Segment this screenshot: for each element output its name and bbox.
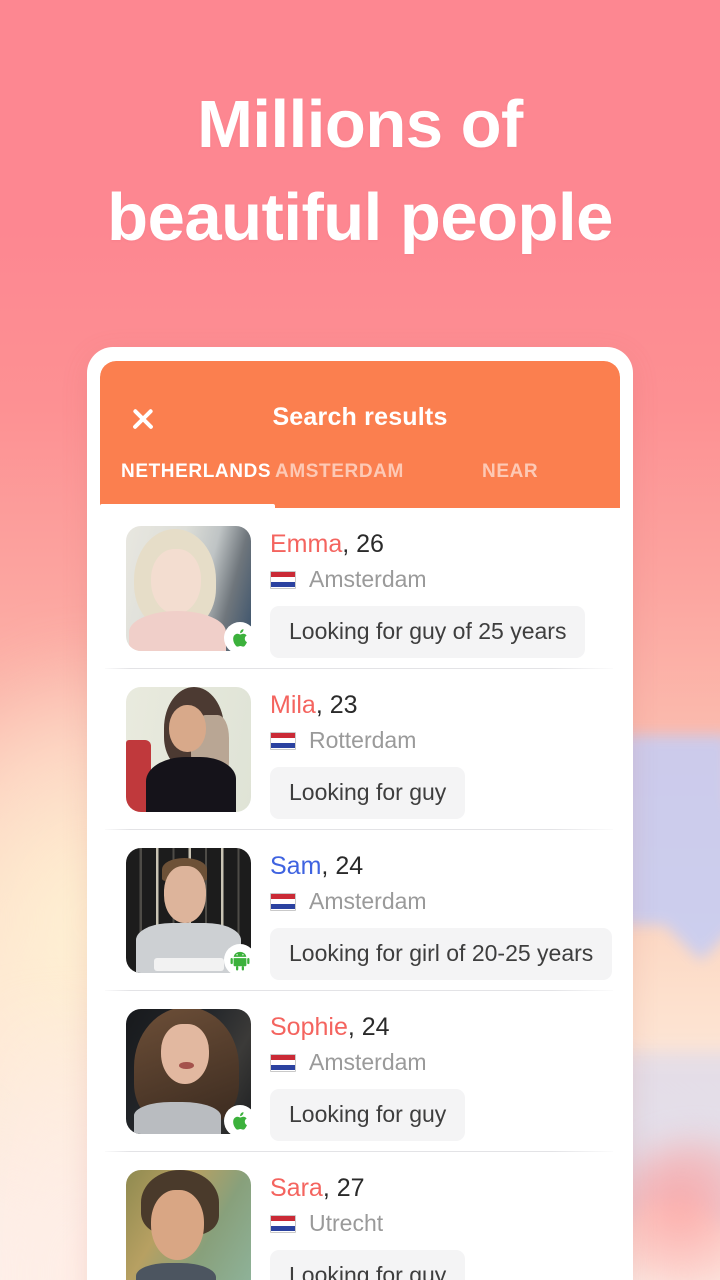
avatar-photo	[126, 1170, 251, 1280]
profile-location: Amsterdam	[270, 566, 620, 592]
profile-info: Emma, 26 Amsterdam Looking for guy of 25…	[251, 526, 620, 669]
profile-name: Sophie	[270, 1013, 348, 1041]
profile-info: Mila, 23 Rotterdam Looking for guy	[251, 687, 620, 830]
avatar[interactable]	[126, 687, 251, 812]
headline-line-2: beautiful people	[107, 180, 613, 255]
promo-screenshot: Millions of beautiful people Search resu…	[0, 0, 720, 1280]
profile-info: Sophie, 24 Amsterdam Looking for guy	[251, 1009, 620, 1152]
profile-info: Sam, 24 Amsterdam Looking for girl of 20…	[251, 848, 620, 991]
tab-near[interactable]: NEAR	[440, 454, 620, 508]
profile-location: Utrecht	[270, 1210, 620, 1236]
profile-city: Amsterdam	[309, 888, 427, 914]
list-item[interactable]: Sara, 27 Utrecht Looking for guy	[100, 1152, 620, 1280]
netherlands-flag-icon	[270, 570, 296, 589]
header-title: Search results	[272, 403, 448, 431]
profile-name: Emma	[270, 530, 343, 558]
profile-city: Amsterdam	[309, 566, 427, 592]
avatar[interactable]	[126, 1170, 251, 1280]
tab-netherlands[interactable]: NETHERLANDS	[100, 454, 275, 508]
avatar[interactable]	[126, 526, 256, 654]
phone-mockup-frame: Search results NETHERLANDS AMSTERDAM NEA…	[87, 347, 633, 1280]
profile-city: Rotterdam	[309, 727, 417, 753]
apple-icon	[223, 1104, 257, 1138]
status-badge: Looking for guy	[270, 1250, 466, 1280]
profile-info: Sara, 27 Utrecht Looking for guy	[251, 1170, 620, 1280]
profile-name-age: Emma, 26	[270, 530, 384, 558]
profile-age: 27	[336, 1174, 365, 1202]
status-badge: Looking for guy	[270, 767, 466, 819]
profile-name: Sam	[270, 852, 322, 880]
search-results-list: Emma, 26 Amsterdam Looking for guy of 25…	[100, 508, 620, 1280]
status-badge: Looking for guy	[270, 1089, 466, 1141]
app-header: Search results NETHERLANDS AMSTERDAM NEA…	[100, 361, 620, 508]
android-icon	[223, 943, 257, 977]
list-item[interactable]: Mila, 23 Rotterdam Looking for guy	[100, 669, 620, 830]
profile-age: 26	[356, 530, 384, 558]
profile-name-age: Sara, 27	[270, 1174, 365, 1202]
tab-amsterdam[interactable]: AMSTERDAM	[275, 454, 440, 508]
profile-city: Utrecht	[309, 1210, 384, 1236]
avatar[interactable]	[126, 848, 256, 976]
list-item[interactable]: Sam, 24 Amsterdam Looking for girl of 20…	[100, 830, 620, 991]
profile-name-age: Mila, 23	[270, 691, 358, 719]
avatar-photo	[126, 687, 251, 812]
app-screen: Search results NETHERLANDS AMSTERDAM NEA…	[100, 361, 620, 1280]
profile-location: Amsterdam	[270, 1049, 620, 1075]
netherlands-flag-icon	[270, 892, 296, 911]
profile-name: Mila	[270, 691, 316, 719]
avatar[interactable]	[126, 1009, 256, 1137]
profile-name-age: Sophie, 24	[270, 1013, 390, 1041]
list-item[interactable]: Sophie, 24 Amsterdam Looking for guy	[100, 991, 620, 1152]
list-item[interactable]: Emma, 26 Amsterdam Looking for guy of 25…	[100, 508, 620, 669]
profile-age: 23	[329, 691, 358, 719]
status-badge: Looking for girl of 20-25 years	[270, 928, 613, 980]
apple-icon	[223, 621, 257, 655]
profile-name: Sara	[270, 1174, 323, 1202]
profile-age: 24	[335, 852, 364, 880]
profile-name-age: Sam, 24	[270, 852, 364, 880]
profile-city: Amsterdam	[309, 1049, 427, 1075]
netherlands-flag-icon	[270, 731, 296, 750]
tab-bar: NETHERLANDS AMSTERDAM NEAR	[100, 454, 620, 508]
netherlands-flag-icon	[270, 1214, 296, 1233]
profile-location: Amsterdam	[270, 888, 620, 914]
netherlands-flag-icon	[270, 1053, 296, 1072]
page-title: Millions of beautiful people	[0, 78, 720, 264]
headline-line-1: Millions of	[197, 87, 523, 162]
profile-age: 24	[361, 1013, 390, 1041]
profile-location: Rotterdam	[270, 727, 620, 753]
status-badge: Looking for guy of 25 years	[270, 606, 586, 658]
